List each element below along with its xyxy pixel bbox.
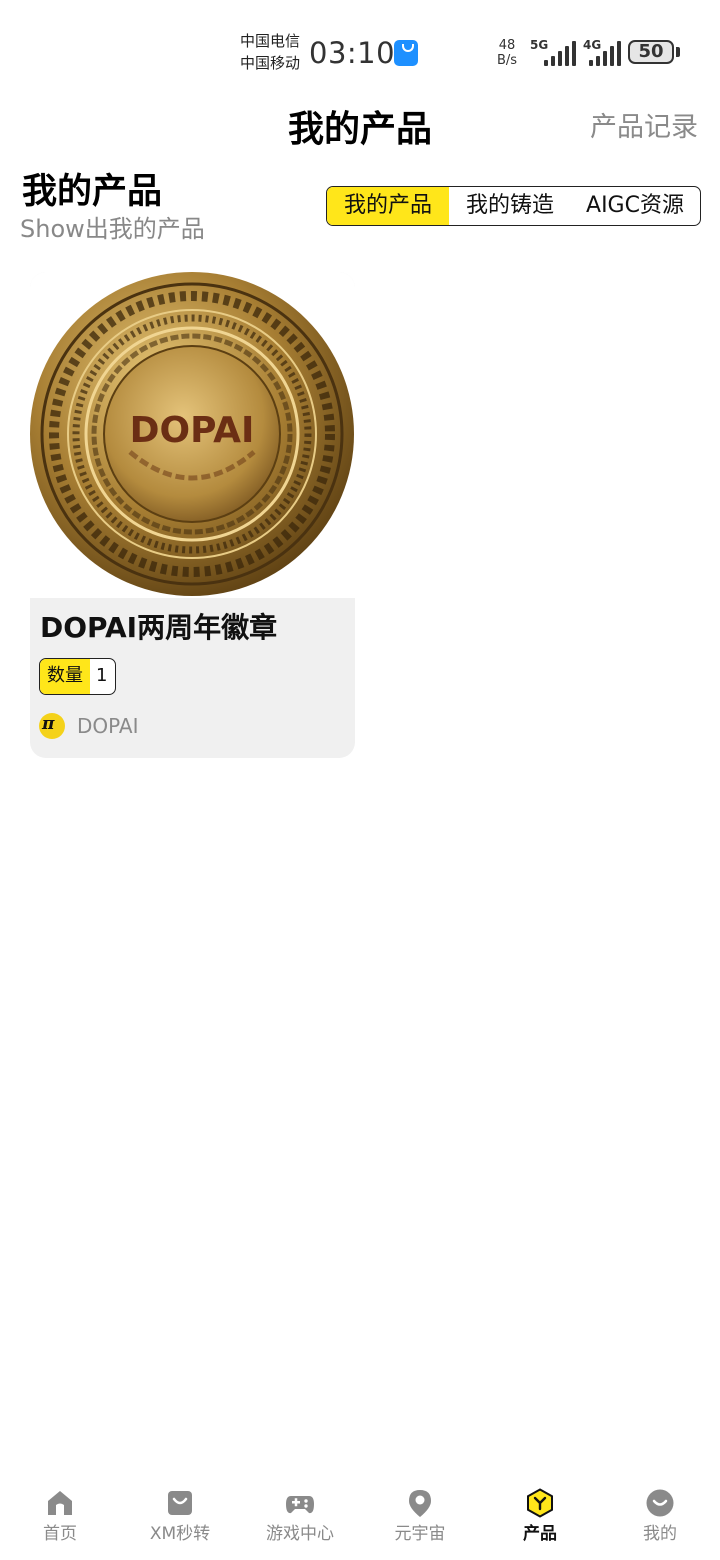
- nav-item-me[interactable]: 我的: [600, 1488, 720, 1552]
- nav-item-games[interactable]: 游戏中心: [240, 1488, 360, 1552]
- carrier-names: 中国电信 中国移动: [240, 30, 300, 74]
- tab-my-minting[interactable]: 我的铸造: [449, 187, 571, 225]
- nav-item-xm[interactable]: XM秒转: [120, 1488, 240, 1552]
- section-title: 我的产品: [22, 172, 163, 212]
- coin-text: DOPAI: [130, 410, 255, 451]
- product-tabs: 我的产品 我的铸造 AIGC资源: [326, 186, 701, 226]
- dopai-logo-icon: π: [39, 713, 65, 739]
- nav-item-home[interactable]: 首页: [0, 1488, 120, 1552]
- product-record-link[interactable]: 产品记录: [590, 110, 698, 146]
- nav-label-metaverse: 元宇宙: [394, 1524, 446, 1544]
- nav-label-xm: XM秒转: [149, 1524, 211, 1544]
- nav-item-products[interactable]: 产品: [480, 1488, 600, 1552]
- status-bar: 中国电信 中国移动 03:10 48 B/s 5G 4G 50: [0, 0, 720, 96]
- quantity-value: 1: [96, 665, 108, 686]
- location-pin-icon: [409, 1490, 431, 1517]
- coin-badge-image: DOPAI: [30, 272, 354, 596]
- hexagon-product-icon: [527, 1488, 553, 1518]
- product-card[interactable]: DOPAI DOPAI两周年徽章 数量 1 π DOPAI: [30, 272, 355, 758]
- network-speed: 48 B/s: [492, 38, 522, 68]
- status-time: 03:10: [309, 36, 396, 70]
- battery-tip: [676, 47, 680, 57]
- quantity-label: 数量: [40, 659, 90, 694]
- nav-label-products: 产品: [523, 1524, 557, 1544]
- nav-label-games: 游戏中心: [266, 1524, 334, 1544]
- nav-item-metaverse[interactable]: 元宇宙: [360, 1488, 480, 1552]
- net-speed-value: 48: [498, 38, 516, 53]
- product-image: DOPAI: [30, 272, 355, 598]
- profile-smile-icon: [646, 1489, 674, 1517]
- carrier-1: 中国电信: [240, 32, 301, 50]
- home-icon: [48, 1491, 72, 1515]
- bottom-nav: 首页 XM秒转 游戏中心 元宇宙 产品 我的: [0, 1470, 720, 1560]
- product-name: DOPAI两周年徽章: [40, 611, 278, 644]
- shopping-notification-icon: [394, 40, 418, 66]
- section-subtitle: Show出我的产品: [20, 215, 205, 243]
- nav-label-me: 我的: [643, 1524, 677, 1544]
- battery-icon: 50: [628, 40, 674, 64]
- nav-label-home: 首页: [43, 1524, 77, 1544]
- net-speed-unit: B/s: [496, 53, 518, 68]
- carrier-2: 中国移动: [240, 54, 301, 72]
- tab-my-products[interactable]: 我的产品: [327, 187, 449, 225]
- tab-aigc-resources[interactable]: AIGC资源: [571, 187, 699, 225]
- shopping-bag-icon: [168, 1491, 192, 1515]
- gamepad-icon: [286, 1496, 314, 1514]
- quantity-badge: 数量 1: [39, 658, 117, 695]
- creator-name: DOPAI: [77, 714, 139, 738]
